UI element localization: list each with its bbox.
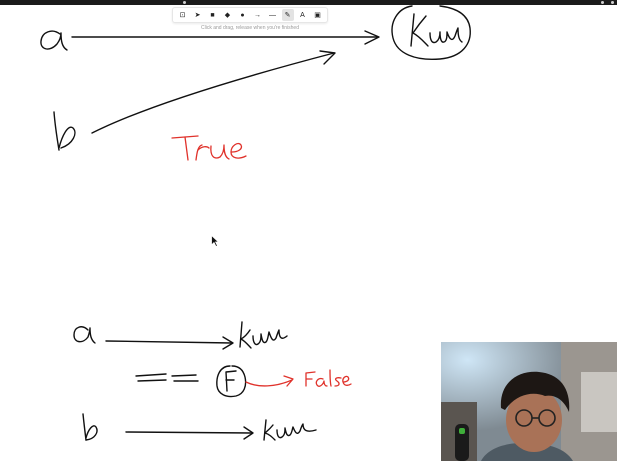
mouse-cursor-icon	[211, 235, 219, 247]
handwritten-word-false	[305, 369, 352, 387]
handwritten-word-kum-b	[263, 419, 317, 441]
handwritten-word-true	[171, 135, 247, 161]
handwritten-word-kum-a	[239, 321, 288, 349]
arrow-b-to-kum	[91, 50, 336, 134]
circled-word-kum-top	[391, 5, 471, 61]
handwritten-letter-a-top	[40, 30, 68, 51]
webcam-video-overlay	[441, 342, 617, 461]
double-equals-sign	[135, 373, 199, 382]
handwritten-letter-a-bottom	[73, 326, 96, 344]
handwritten-letter-b-bottom	[82, 413, 98, 441]
red-arrow-to-false	[245, 375, 294, 387]
circled-letter-f	[216, 365, 247, 398]
arrow-b-to-kum-bottom	[125, 426, 254, 440]
microphone-icon	[455, 424, 469, 461]
presenter-video-frame	[441, 342, 617, 461]
handwritten-letter-b-top	[53, 111, 76, 151]
arrow-a-to-kum	[71, 30, 380, 45]
arrow-a-to-kum-bottom	[105, 336, 234, 350]
